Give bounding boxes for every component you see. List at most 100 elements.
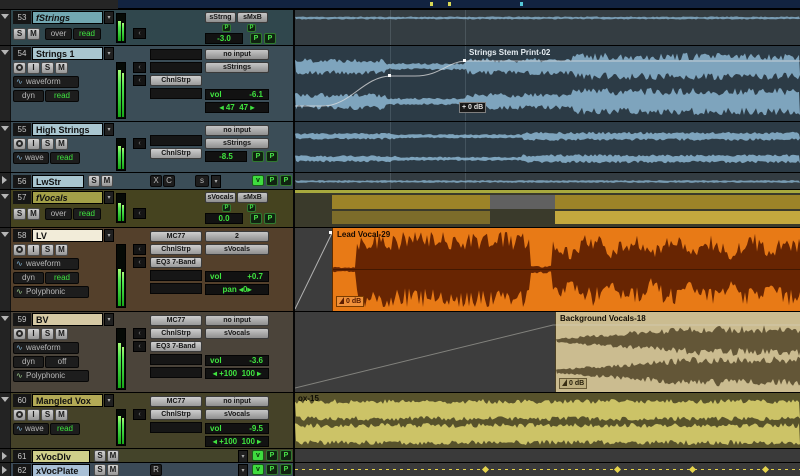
- mute-button[interactable]: M: [27, 208, 40, 220]
- solo-button[interactable]: S: [13, 208, 26, 220]
- track-name[interactable]: High Strings: [32, 123, 103, 136]
- selector-icon[interactable]: ‹: [133, 328, 146, 339]
- track-view-selector[interactable]: ∿wave: [13, 423, 49, 435]
- timeline-ruler[interactable]: [118, 0, 800, 9]
- solo-button[interactable]: S: [94, 450, 106, 462]
- collapse-icon[interactable]: [1, 14, 9, 19]
- playlist-button[interactable]: P: [280, 450, 292, 461]
- name-menu-arrow-icon[interactable]: ▾: [104, 47, 114, 60]
- mute-button[interactable]: M: [55, 138, 68, 150]
- insert-button[interactable]: MC77: [150, 315, 202, 326]
- playlist-button[interactable]: P: [264, 33, 276, 44]
- playlist-button[interactable]: P: [266, 464, 278, 475]
- track-name[interactable]: Strings 1: [32, 47, 103, 60]
- mute-button[interactable]: M: [27, 28, 40, 40]
- input-monitor-button[interactable]: I: [27, 409, 40, 421]
- name-menu-arrow-icon[interactable]: ▾: [104, 11, 114, 24]
- pan-display[interactable]: ◂ +100 100 ▸: [205, 436, 269, 447]
- automation-dashed-line[interactable]: [295, 469, 800, 470]
- automation-lane-selector[interactable]: dyn: [13, 356, 44, 368]
- input-selector[interactable]: no input: [205, 315, 269, 326]
- output-selector[interactable]: sVocals: [205, 409, 269, 420]
- selector-icon[interactable]: ‹: [133, 75, 146, 86]
- clip-gain-badge[interactable]: 0 dB: [336, 296, 364, 307]
- track-view-selector[interactable]: ∿waveform: [13, 258, 79, 270]
- playlist-button[interactable]: P: [250, 33, 262, 44]
- automation-mode-button[interactable]: read: [50, 423, 80, 435]
- record-button[interactable]: [13, 244, 26, 256]
- elastic-audio-selector[interactable]: ∿Polyphonic: [13, 286, 89, 298]
- automation-mode-button[interactable]: read: [73, 208, 101, 220]
- volume-display[interactable]: vol-6.1: [205, 89, 269, 100]
- volume-display[interactable]: vol-9.5: [205, 423, 269, 434]
- solo-button[interactable]: S: [94, 464, 106, 476]
- insert-slot[interactable]: [150, 62, 202, 73]
- track-name[interactable]: Mangled Vox: [32, 394, 103, 407]
- solo-button[interactable]: S: [41, 328, 54, 340]
- pre-fader-button[interactable]: P: [222, 24, 231, 32]
- clip-label[interactable]: Lead Vocal-29: [337, 230, 390, 239]
- output-selector[interactable]: sVocals: [205, 244, 269, 255]
- pan-display[interactable]: pan ◂0▸: [205, 284, 269, 295]
- track-name[interactable]: fStrings: [32, 11, 103, 24]
- collapse-icon[interactable]: [1, 397, 9, 402]
- playlist-button[interactable]: P: [280, 464, 292, 475]
- edit-lane-fvocals[interactable]: [295, 190, 800, 227]
- track-name[interactable]: LV: [32, 229, 103, 242]
- mute-button[interactable]: M: [101, 175, 113, 187]
- mute-button[interactable]: M: [55, 328, 68, 340]
- name-menu-arrow-icon[interactable]: ▾: [238, 464, 248, 476]
- clip-label[interactable]: ox-15: [298, 394, 319, 403]
- insert-slot[interactable]: [150, 270, 202, 281]
- automation-mode-button[interactable]: off: [45, 356, 79, 368]
- insert-button[interactable]: EQ3 7-Band: [150, 341, 202, 352]
- automation-mode-button[interactable]: read: [73, 28, 101, 40]
- insert-button[interactable]: ChnlStrp: [150, 328, 202, 339]
- automation-over-button[interactable]: over: [45, 208, 72, 220]
- playlist-button[interactable]: P: [250, 213, 262, 224]
- insert-button[interactable]: MC77: [150, 396, 202, 407]
- record-button[interactable]: [13, 328, 26, 340]
- automation-mode-button[interactable]: read: [45, 272, 79, 284]
- clip-lead-vocal[interactable]: Lead Vocal-29 0 dB: [332, 228, 800, 311]
- name-menu-arrow-icon[interactable]: ▾: [104, 394, 114, 407]
- volume-display[interactable]: 0.0: [205, 213, 243, 224]
- send-button[interactable]: sVocals: [205, 192, 236, 203]
- solo-button[interactable]: S: [41, 244, 54, 256]
- edit-lane-lwstr[interactable]: [295, 173, 800, 189]
- playlist-button[interactable]: P: [266, 151, 278, 162]
- input-monitor-button[interactable]: I: [27, 328, 40, 340]
- clip-gain-badge[interactable]: + 0 dB: [459, 102, 486, 113]
- collapse-icon[interactable]: [1, 126, 9, 131]
- insert-slot[interactable]: [150, 49, 202, 60]
- fade-automation-line[interactable]: [295, 228, 335, 311]
- clip-gain-badge[interactable]: 0 dB: [559, 378, 587, 389]
- input-monitor-button[interactable]: I: [27, 138, 40, 150]
- crossfade-button[interactable]: X: [150, 175, 162, 187]
- playlist-button[interactable]: P: [264, 213, 276, 224]
- edit-lane-strings-1[interactable]: Strings Stem Print-02 + 0 dB: [295, 46, 800, 121]
- input-selector[interactable]: no input: [205, 125, 269, 136]
- voice-button[interactable]: v: [252, 464, 264, 475]
- clip-label[interactable]: Strings Stem Print-02: [469, 48, 550, 57]
- edit-lane-high-strings[interactable]: [295, 122, 800, 172]
- edit-lane-xvocdlv[interactable]: [295, 449, 800, 462]
- elastic-audio-selector[interactable]: ∿Polyphonic: [13, 370, 89, 382]
- track-name[interactable]: LwStr: [32, 175, 84, 188]
- collapse-icon[interactable]: [2, 452, 7, 460]
- send-button[interactable]: sStrng: [205, 12, 236, 23]
- edit-lane-mangled-vox[interactable]: ox-15: [295, 393, 800, 448]
- automation-mode-button[interactable]: read: [45, 90, 79, 102]
- name-menu-arrow-icon[interactable]: ▾: [104, 229, 114, 242]
- insert-slot[interactable]: [150, 135, 202, 146]
- insert-slot[interactable]: [150, 354, 202, 365]
- automation-mode-button[interactable]: read: [50, 152, 80, 164]
- track-name[interactable]: BV: [32, 313, 103, 326]
- volume-display[interactable]: vol-3.6: [205, 355, 269, 366]
- automation-lane-selector[interactable]: dyn: [13, 90, 44, 102]
- clip-vox[interactable]: ox-15: [295, 393, 800, 448]
- playlist-button[interactable]: P: [252, 151, 264, 162]
- collapse-icon[interactable]: [1, 232, 9, 237]
- automation-breakpoint[interactable]: [482, 466, 489, 473]
- solo-button[interactable]: S: [41, 138, 54, 150]
